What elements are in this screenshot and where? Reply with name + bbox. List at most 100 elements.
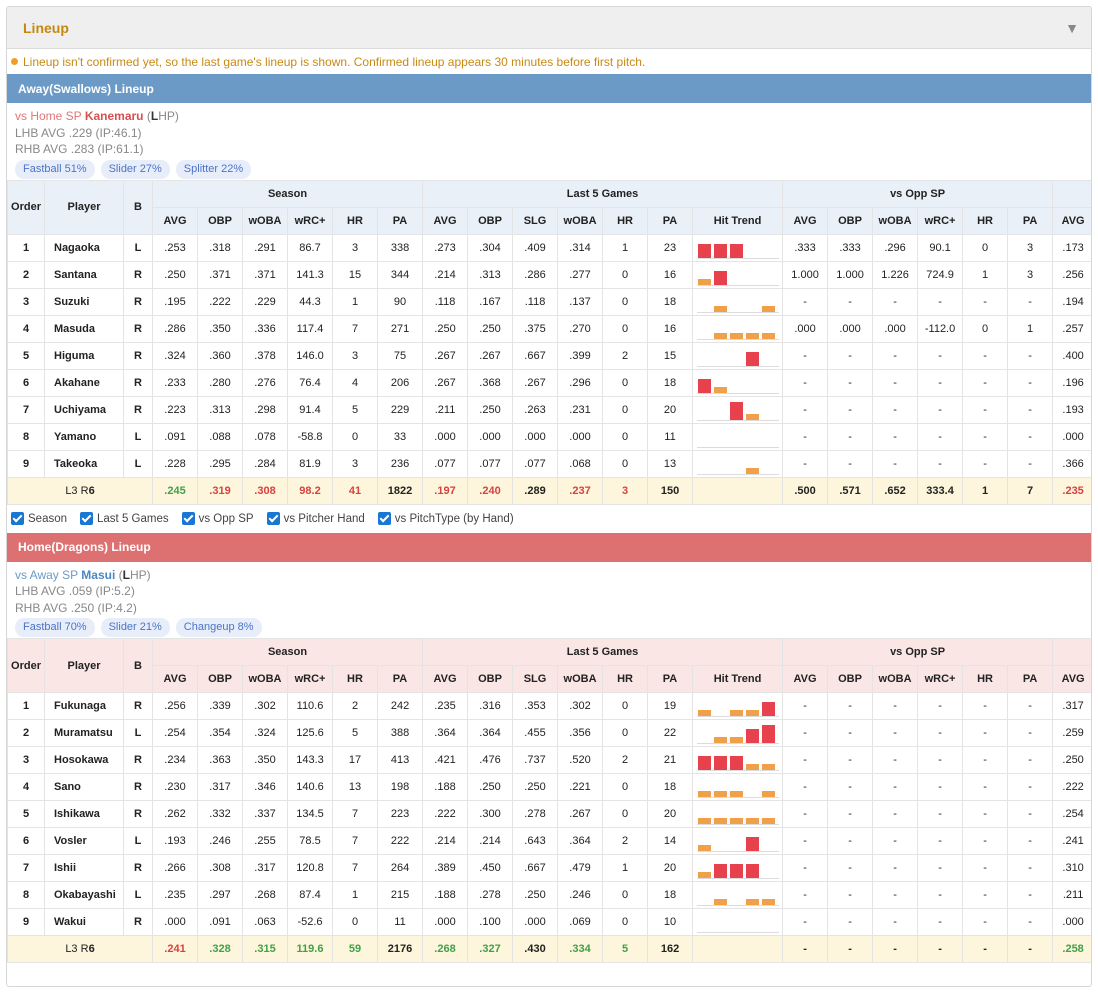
table-row[interactable]: 4 Masuda R .286.350.336 117.4 7 271.250.250.37… [7,314,1091,343]
col-extra-avg[interactable]: AVG [1052,206,1091,235]
col-opp-wrcplus[interactable]: wRC+ [917,206,964,235]
table-row[interactable]: 5 Higuma R .324.360.378 146.0 3 75.267.267.667… [7,341,1091,370]
checkbox-checked-icon[interactable] [11,512,24,525]
col-season-avg[interactable]: AVG [152,206,198,235]
batting-order: 4 [7,773,45,801]
col-order[interactable]: Order [7,638,45,693]
table-row[interactable]: 6 Vosler L .193.246.255 78.5 7 222.214.214.643… [7,827,1091,855]
player-name[interactable]: Sano [44,773,124,801]
col-opp-woba[interactable]: wOBA [872,665,919,693]
table-row[interactable]: 8 Okabayashi L .235.297.268 87.4 1 215.188.278… [7,881,1091,909]
player-name[interactable]: Hosokawa [44,746,124,774]
player-name[interactable]: Ishikawa [44,800,124,828]
option-vs-opp-sp[interactable]: vs Opp SP [181,512,254,525]
col-season-wrcplus[interactable]: wRC+ [287,206,333,235]
player-name[interactable]: Muramatsu [44,719,124,747]
col-last5-hit-trend[interactable]: Hit Trend [692,206,784,235]
table-row[interactable]: 7 Uchiyama R .223.313.298 91.4 5 229.211.250.2… [7,395,1091,424]
table-row[interactable]: 5 Ishikawa R .262.332.337 134.5 7 223.222.300.… [7,800,1091,828]
col-season-avg[interactable]: AVG [152,665,198,693]
table-row[interactable]: 6 Akahane R .233.280.276 76.4 4 206.267.368.26… [7,368,1091,397]
season-stat: .350 [242,746,288,774]
col-bats[interactable]: B [123,638,153,693]
col-opp-pa[interactable]: PA [1007,665,1054,693]
bats-hand: R [123,341,153,370]
player-name[interactable]: Ishii [44,854,124,882]
table-row[interactable]: 9 Wakui R .000.091.063 -52.6 0 11.000.100.000.… [7,908,1091,936]
table-row[interactable]: 8 Yamano L .091.088.078 -58.8 0 33.000.000.000… [7,422,1091,451]
table-row[interactable]: 2 Santana R .250.371.371 141.3 15 344.214.313.… [7,260,1091,289]
col-last5-obp[interactable]: OBP [467,206,514,235]
col-player[interactable]: Player [44,179,124,235]
col-order[interactable]: Order [7,179,45,235]
table-row[interactable]: 7 Ishii R .266.308.317 120.8 7 264.389.450.667… [7,854,1091,882]
away-sp-name[interactable]: Kanemaru [85,109,144,123]
table-row[interactable]: 9 Takeoka L .228.295.284 81.9 3 236.077.077.07… [7,449,1091,478]
col-season-pa[interactable]: PA [376,206,424,235]
player-name[interactable]: Wakui [44,908,124,936]
col-last5-obp[interactable]: OBP [467,665,514,693]
col-last5-woba[interactable]: wOBA [557,665,604,693]
col-opp-avg[interactable]: AVG [782,665,829,693]
player-name[interactable]: Takeoka [44,449,124,478]
panel-header[interactable]: Lineup ▼ [7,7,1091,49]
col-player[interactable]: Player [44,638,124,693]
col-season-wrcplus[interactable]: wRC+ [287,665,333,693]
option-vs-pitchtype-by-hand[interactable]: vs PitchType (by Hand) [377,512,514,525]
col-season-pa[interactable]: PA [376,665,424,693]
col-season-woba[interactable]: wOBA [242,665,288,693]
player-name[interactable]: Akahane [44,368,124,397]
col-opp-avg[interactable]: AVG [782,206,829,235]
player-name[interactable]: Vosler [44,827,124,855]
table-row[interactable]: 3 Hosokawa R .234.363.350 143.3 17 413.421.476… [7,746,1091,774]
col-opp-obp[interactable]: OBP [827,206,874,235]
option-last-5-games[interactable]: Last 5 Games [80,512,169,525]
player-name[interactable]: Santana [44,260,124,289]
last5-stat: 20 [647,800,694,828]
player-name[interactable]: Yamano [44,422,124,451]
col-season-woba[interactable]: wOBA [242,206,288,235]
player-name[interactable]: Higuma [44,341,124,370]
col-opp-wrcplus[interactable]: wRC+ [917,665,964,693]
col-season-obp[interactable]: OBP [197,665,243,693]
player-name[interactable]: Fukunaga [44,692,124,720]
col-opp-woba[interactable]: wOBA [872,206,919,235]
table-row[interactable]: 2 Muramatsu L .254.354.324 125.6 5 388.364.364… [7,719,1091,747]
col-last5-hr[interactable]: HR [602,665,649,693]
checkbox-checked-icon[interactable] [181,512,195,525]
table-row[interactable]: 1 Fukunaga R .256.339.302 110.6 2 242.235.316.… [7,692,1091,720]
player-name[interactable]: Suzuki [44,287,124,316]
checkbox-checked-icon[interactable] [377,512,391,525]
col-last5-pa[interactable]: PA [647,665,694,693]
col-bats[interactable]: B [123,179,153,235]
col-last5-slg[interactable]: SLG [512,206,559,235]
player-name[interactable]: Masuda [44,314,124,343]
col-last5-pa[interactable]: PA [647,206,694,235]
home-sp-name[interactable]: Masui [81,568,115,582]
col-opp-obp[interactable]: OBP [827,665,874,693]
option-season[interactable]: Season [11,512,67,525]
col-opp-hr[interactable]: HR [962,206,1009,235]
col-extra-avg[interactable]: AVG [1052,665,1091,693]
player-name[interactable]: Uchiyama [44,395,124,424]
col-last5-hr[interactable]: HR [602,206,649,235]
col-last5-avg[interactable]: AVG [422,206,469,235]
table-row[interactable]: 3 Suzuki R .195.222.229 44.3 1 90.118.167.118.… [7,287,1091,316]
col-last5-hit-trend[interactable]: Hit Trend [692,665,784,693]
checkbox-checked-icon[interactable] [80,512,94,525]
table-row[interactable]: 4 Sano R .230.317.346 140.6 13 198.188.250.250… [7,773,1091,801]
table-row[interactable]: 1 Nagaoka L .253.318.291 86.7 3 338.273.304.40… [7,233,1091,262]
col-opp-pa[interactable]: PA [1007,206,1054,235]
col-last5-woba[interactable]: wOBA [557,206,604,235]
option-vs-pitcher-hand[interactable]: vs Pitcher Hand [266,512,365,525]
col-season-hr[interactable]: HR [332,665,378,693]
player-name[interactable]: Okabayashi [44,881,124,909]
chevron-down-icon[interactable]: ▼ [1065,20,1079,36]
col-last5-avg[interactable]: AVG [422,665,469,693]
col-opp-hr[interactable]: HR [962,665,1009,693]
checkbox-checked-icon[interactable] [266,512,280,525]
col-last5-slg[interactable]: SLG [512,665,559,693]
player-name[interactable]: Nagaoka [44,233,124,262]
col-season-obp[interactable]: OBP [197,206,243,235]
col-season-hr[interactable]: HR [332,206,378,235]
